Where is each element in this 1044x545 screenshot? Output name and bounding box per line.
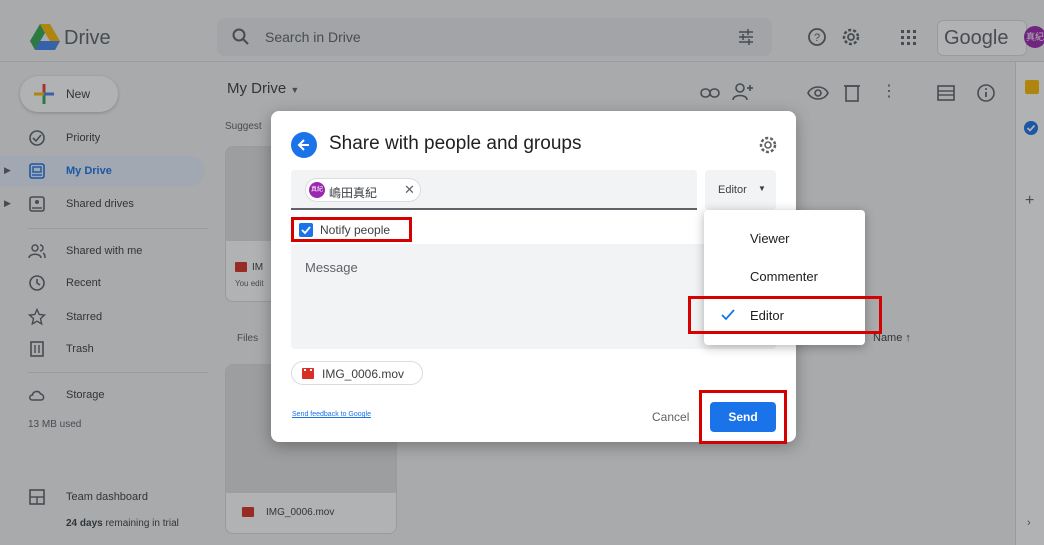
send-button[interactable]: Send (710, 402, 776, 432)
attachment-name: IMG_0006.mov (322, 367, 405, 381)
recipient-chip[interactable]: 真紀 嶋田真紀 ✕ (305, 178, 421, 202)
share-settings-icon[interactable] (758, 135, 778, 155)
send-feedback-link[interactable]: Send feedback to Google (292, 411, 371, 418)
attachment-chip[interactable]: IMG_0006.mov (291, 361, 423, 385)
role-selected-label: Editor (718, 184, 747, 196)
role-option-label: Commenter (750, 269, 818, 284)
notify-people-checkbox[interactable]: Notify people (291, 217, 412, 242)
dialog-title: Share with people and groups (329, 133, 582, 154)
editor-highlight-frame (688, 296, 882, 334)
recipients-field[interactable]: 真紀 嶋田真紀 ✕ (291, 170, 697, 210)
cancel-button[interactable]: Cancel (652, 410, 689, 424)
arrow-back-icon (297, 139, 309, 151)
checkbox-checked-icon[interactable] (299, 223, 313, 237)
role-dropdown[interactable]: Editor ▼ (705, 170, 776, 210)
chevron-down-icon: ▼ (758, 184, 766, 193)
send-highlight-frame: Send (699, 390, 787, 444)
remove-recipient-icon[interactable]: ✕ (404, 182, 415, 198)
role-option-viewer[interactable]: Viewer (704, 220, 865, 256)
video-file-icon (302, 368, 314, 379)
role-option-commenter[interactable]: Commenter (704, 258, 865, 294)
recipient-name: 嶋田真紀 (329, 186, 378, 200)
notify-people-label: Notify people (320, 223, 391, 237)
message-placeholder: Message (305, 260, 358, 275)
role-option-label: Viewer (750, 231, 790, 246)
back-button[interactable] (291, 132, 317, 158)
recipient-avatar: 真紀 (309, 182, 325, 198)
